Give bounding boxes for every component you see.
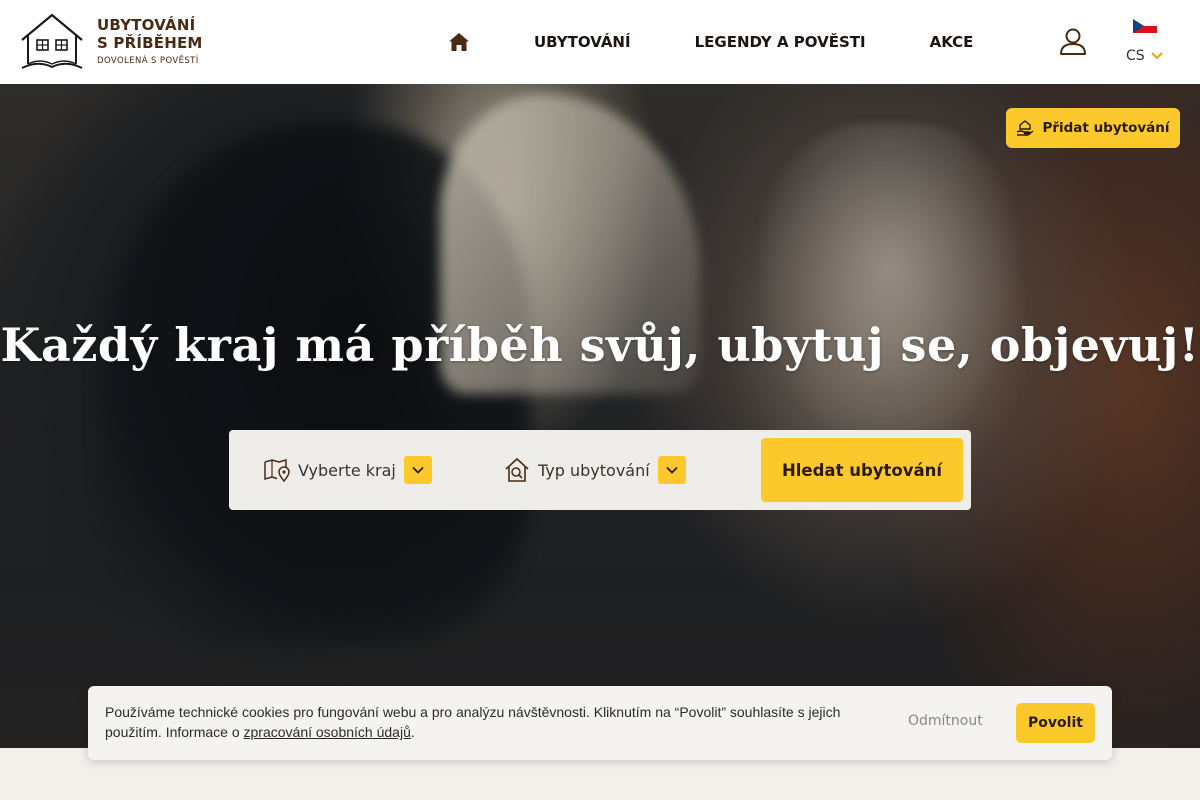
add-accommodation-button[interactable]: Přidat ubytování (1006, 108, 1180, 148)
nav-home-link[interactable] (440, 23, 478, 61)
cookie-message: Používáme technické cookies pro fungován… (105, 702, 865, 742)
cookie-accept-button[interactable]: Povolit (1016, 703, 1095, 743)
hero-overlay (0, 84, 1200, 748)
cookie-message-text: Používáme technické cookies pro fungován… (105, 704, 841, 740)
home-icon (449, 33, 469, 51)
search-form: Vyberte kraj Typ ubytování Hledat ubytov… (229, 430, 971, 510)
region-select[interactable]: Vyberte kraj (264, 454, 432, 486)
main-nav: UBYTOVÁNÍ LEGENDY A POVĚSTI AKCE (440, 0, 973, 84)
site-header: UBYTOVÁNÍ S PŘÍBĚHEM DOVOLENÁ S POVĚSTÍ … (0, 0, 1200, 84)
chevron-down-icon (412, 466, 424, 474)
nav-item-ubytovani[interactable]: UBYTOVÁNÍ (534, 33, 631, 51)
user-icon (1060, 28, 1086, 55)
region-select-label: Vyberte kraj (298, 460, 396, 480)
region-dropdown-toggle[interactable] (403, 456, 432, 484)
chevron-down-icon (1151, 52, 1163, 60)
language-code: CS (1126, 48, 1145, 64)
hero-title: Každý kraj má příběh svůj, ubytuj se, ob… (0, 318, 1200, 372)
language-switcher[interactable]: CS (1120, 16, 1170, 68)
cookie-reject-button[interactable]: Odmítnout (908, 713, 983, 729)
accommodation-type-select[interactable]: Typ ubytování (504, 454, 686, 486)
czech-flag-icon (1133, 19, 1157, 33)
cookie-message-end: . (410, 724, 415, 740)
map-pin-icon (264, 459, 290, 482)
logo-title-line1: UBYTOVÁNÍ (97, 16, 196, 34)
logo-title-line2: S PŘÍBĚHEM (97, 34, 203, 52)
user-account-button[interactable] (1058, 26, 1088, 56)
accommodation-type-dropdown-toggle[interactable] (657, 456, 686, 484)
house-search-icon (505, 457, 529, 482)
house-logo-icon (21, 13, 83, 69)
logo-tagline: DOVOLENÁ S POVĚSTÍ (97, 56, 199, 66)
site-logo[interactable]: UBYTOVÁNÍ S PŘÍBĚHEM DOVOLENÁ S POVĚSTÍ (20, 12, 220, 72)
privacy-policy-link[interactable]: zpracování osobních údajů (244, 724, 411, 740)
hand-house-icon (1017, 120, 1034, 136)
nav-item-akce[interactable]: AKCE (930, 33, 974, 51)
cookie-banner: Používáme technické cookies pro fungován… (88, 686, 1112, 760)
hero-banner (0, 84, 1200, 748)
add-accommodation-label: Přidat ubytování (1042, 120, 1170, 136)
logo-text: UBYTOVÁNÍ S PŘÍBĚHEM DOVOLENÁ S POVĚSTÍ (97, 16, 203, 66)
nav-item-legendy[interactable]: LEGENDY A POVĚSTI (695, 33, 866, 51)
chevron-down-icon (666, 466, 678, 474)
search-accommodation-button[interactable]: Hledat ubytování (761, 438, 963, 502)
accommodation-type-label: Typ ubytování (538, 460, 650, 480)
